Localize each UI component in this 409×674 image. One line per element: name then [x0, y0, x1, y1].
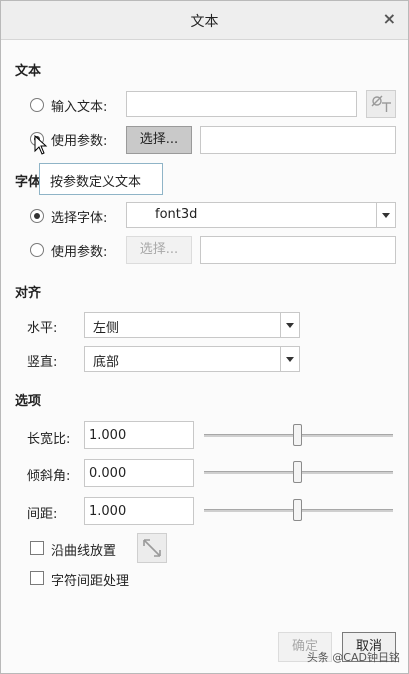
horizontal-align-dropdown[interactable]: 左侧 [84, 312, 300, 338]
horizontal-label: 水平: [27, 321, 58, 336]
mouse-cursor-icon [34, 135, 48, 155]
text-select-param-button[interactable]: 选择... [126, 126, 192, 154]
text-param-field[interactable] [200, 126, 396, 154]
flip-direction-button[interactable] [137, 533, 167, 563]
chevron-down-icon [280, 313, 299, 337]
spacing-label: 间距: [27, 507, 58, 522]
font-dropdown[interactable]: font3d [126, 202, 396, 228]
select-font-radio[interactable] [30, 209, 44, 223]
aspect-ratio-label: 长宽比: [27, 432, 71, 447]
close-icon[interactable]: × [383, 9, 396, 28]
font-use-param-label: 使用参数: [51, 245, 108, 260]
chevron-down-icon [280, 347, 299, 371]
text-use-param-label: 使用参数: [51, 134, 108, 149]
along-curve-checkbox[interactable] [30, 541, 44, 555]
vertical-label: 竖直: [27, 355, 58, 370]
aspect-ratio-slider-thumb[interactable] [293, 424, 302, 446]
tooltip: 按参数定义文本 [39, 163, 163, 195]
slant-angle-field[interactable] [84, 459, 194, 487]
horizontal-align-value: 左侧 [93, 321, 120, 336]
slant-angle-slider-thumb[interactable] [293, 461, 302, 483]
options-section-heading: 选项 [15, 394, 42, 409]
kerning-checkbox[interactable] [30, 571, 44, 585]
title-bar[interactable]: 文本 × [1, 1, 408, 40]
font-use-param-radio[interactable] [30, 243, 44, 257]
slant-angle-label: 倾斜角: [27, 469, 71, 484]
dialog-title: 文本 [190, 14, 219, 30]
watermark: 头条 @CAD钟日铭 [306, 651, 400, 664]
text-symbol-button[interactable] [366, 90, 396, 118]
along-curve-label: 沿曲线放置 [51, 544, 117, 559]
text-section-heading: 文本 [15, 64, 42, 79]
spacing-field[interactable] [84, 497, 194, 525]
text-dialog: 文本 × 文本 输入文本: 使用参数: 选择... 字体 按参数定义文本 选择字… [0, 0, 409, 674]
input-text-radio[interactable] [30, 98, 44, 112]
input-text-field[interactable] [126, 91, 357, 117]
aspect-ratio-field[interactable] [84, 421, 194, 449]
font-dropdown-value: font3d [155, 207, 198, 222]
vertical-align-dropdown[interactable]: 底部 [84, 346, 300, 372]
font-param-field[interactable] [200, 236, 396, 264]
font-section-heading: 字体 [15, 175, 42, 190]
select-font-label: 选择字体: [51, 211, 108, 226]
align-section-heading: 对齐 [15, 286, 42, 301]
input-text-label: 输入文本: [51, 100, 108, 115]
chevron-down-icon [376, 203, 395, 227]
flip-direction-icon [143, 539, 161, 557]
vertical-align-value: 底部 [93, 355, 120, 370]
symbol-icon [371, 95, 391, 112]
kerning-label: 字符间距处理 [51, 574, 130, 589]
font-select-param-button[interactable]: 选择... [126, 236, 192, 264]
spacing-slider-thumb[interactable] [293, 499, 302, 521]
